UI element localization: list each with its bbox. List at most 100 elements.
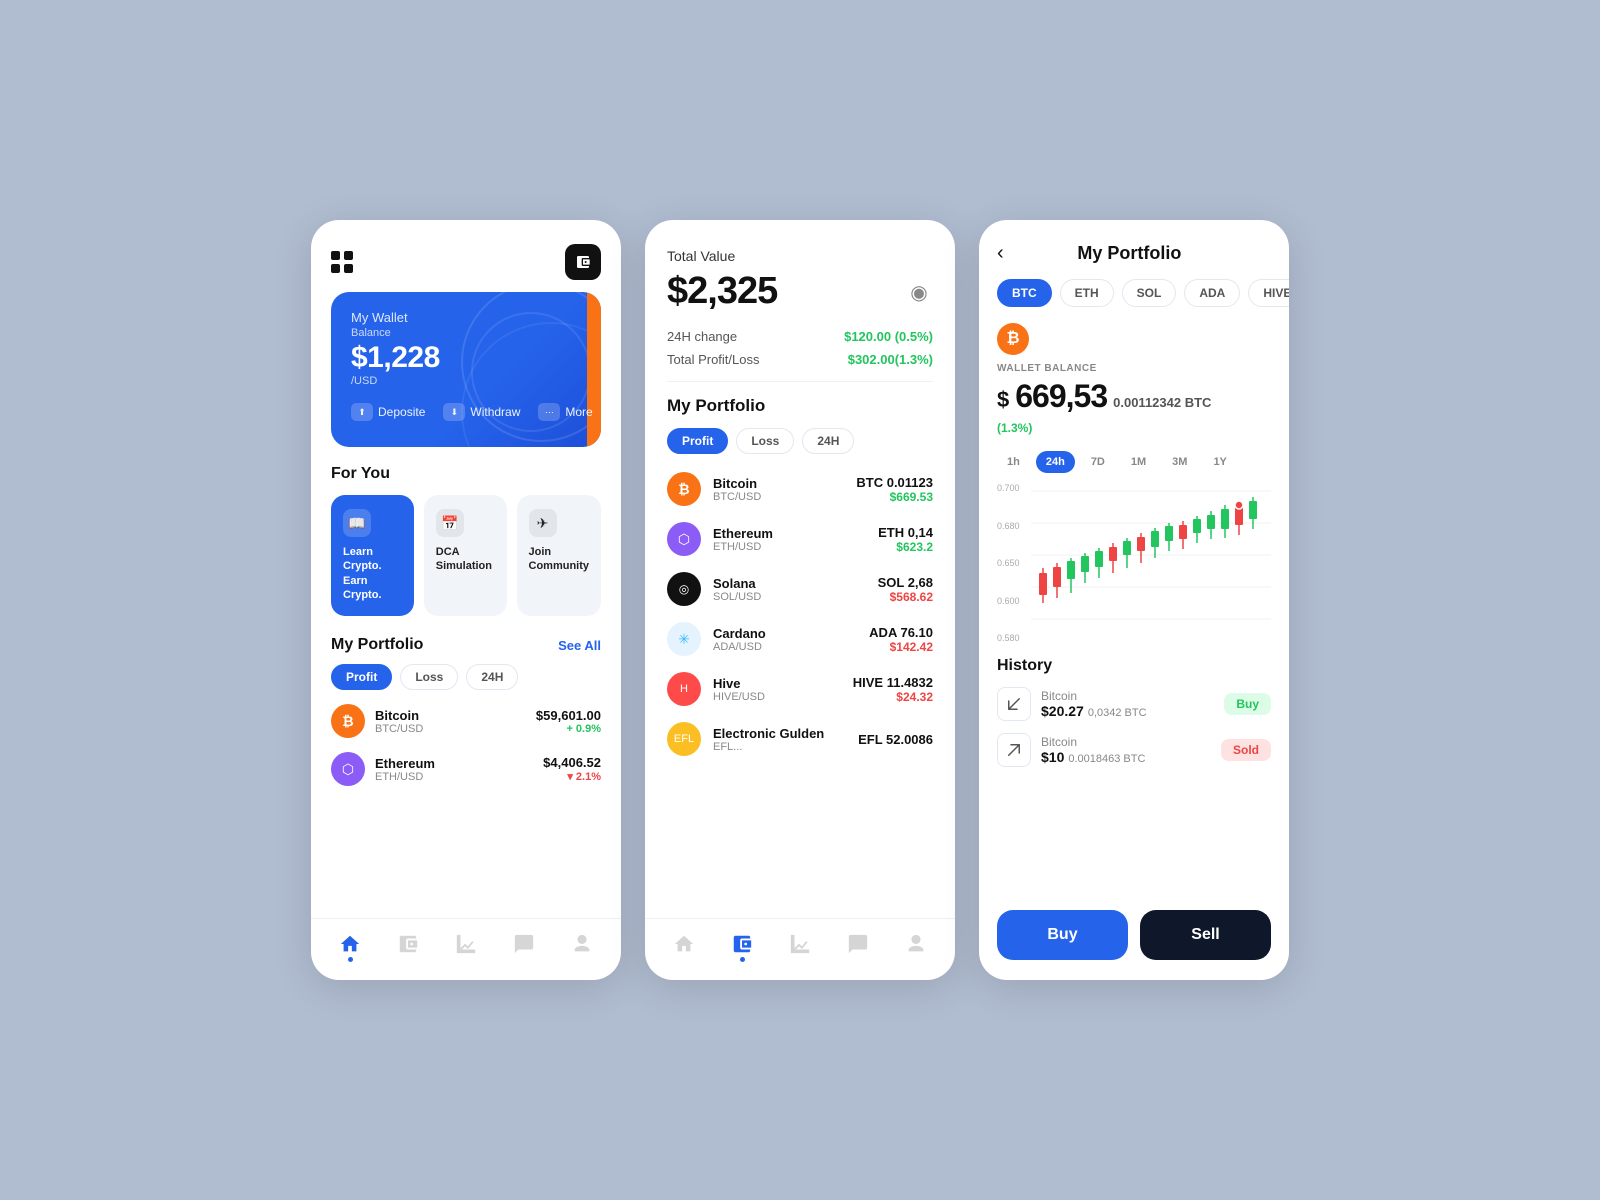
bitcoin-item[interactable]: ₿ Bitcoin BTC/USD $59,601.00 + 0.9% (331, 704, 601, 738)
time-24h[interactable]: 24h (1036, 451, 1075, 473)
s2-ethereum[interactable]: ⬡ Ethereum ETH/USD ETH 0,14 $623.2 (667, 522, 933, 556)
s2-hive-value: $24.32 (853, 690, 933, 704)
s2-nav-profile[interactable] (905, 933, 927, 962)
time-1m[interactable]: 1M (1121, 451, 1156, 473)
total-value-label: Total Value (667, 248, 933, 264)
nav-chart[interactable] (455, 933, 477, 962)
s2-bitcoin-name: Bitcoin (713, 476, 844, 491)
bitcoin-right: $59,601.00 + 0.9% (536, 708, 601, 735)
chart-y-labels: 0.700 0.680 0.650 0.600 0.580 (997, 483, 1020, 643)
loss-filter[interactable]: Loss (400, 664, 458, 690)
s2-solana-info: Solana SOL/USD (713, 576, 866, 603)
see-all-button[interactable]: See All (558, 638, 601, 653)
total-value-amount: $2,325 (667, 270, 777, 313)
s2-ethereum-value: $623.2 (878, 540, 933, 554)
history-item-1[interactable]: Bitcoin $10 0.0018463 BTC Sold (997, 733, 1271, 767)
hive-tab[interactable]: HIVE (1248, 279, 1289, 307)
bitcoin-price: $59,601.00 (536, 708, 601, 723)
24h-filter[interactable]: 24H (466, 664, 518, 690)
time-tabs: 1h 24h 7D 1M 3M 1Y (979, 451, 1289, 483)
join-community-card[interactable]: ✈ Join Community (517, 495, 602, 616)
back-button[interactable]: ‹ (997, 242, 1004, 265)
s2-hive-right: HIVE 11.4832 $24.32 (853, 675, 933, 704)
s2-solana-value: $568.62 (878, 590, 933, 604)
time-7d[interactable]: 7D (1081, 451, 1115, 473)
coin-tabs: BTC ETH SOL ADA HIVE E (979, 279, 1289, 323)
s2-bitcoin-value: $669.53 (856, 490, 933, 504)
s3-btc-amount: 0.00112342 BTC (1113, 395, 1211, 410)
sell-button[interactable]: Sell (1140, 910, 1271, 960)
s3-header: ‹ My Portfolio (979, 220, 1289, 279)
ethereum-name: Ethereum (375, 756, 533, 771)
dca-simulation-card[interactable]: 📅 DCA Simulation (424, 495, 507, 616)
s2-ethereum-amount: ETH 0,14 (878, 525, 933, 540)
s2-nav-wallet[interactable] (731, 933, 753, 962)
ada-tab[interactable]: ADA (1184, 279, 1240, 307)
screen-2: Total Value $2,325 ◉ 24H change $120.00 … (645, 220, 955, 980)
wallet-actions: ⬆ Deposite ⬇ Withdraw ⋯ More (351, 403, 581, 421)
nav-messages[interactable] (513, 933, 535, 962)
s2-nav-messages[interactable] (847, 933, 869, 962)
dca-icon: 📅 (436, 509, 464, 537)
screen-1: My Wallet Balance $1,228 /USD ⬆ Deposite… (311, 220, 621, 980)
s2-bitcoin-amount: BTC 0.01123 (856, 475, 933, 490)
change-label: 24H change (667, 329, 737, 344)
portfolio-title: My Portfolio (331, 636, 423, 654)
wallet-card: My Wallet Balance $1,228 /USD ⬆ Deposite… (331, 292, 601, 447)
s2-efl[interactable]: EFL Electronic Gulden EFL... EFL 52.0086 (667, 722, 933, 756)
s2-profit-filter[interactable]: Profit (667, 428, 728, 454)
bitcoin-change: + 0.9% (536, 723, 601, 735)
withdraw-action[interactable]: ⬇ Withdraw (443, 403, 520, 421)
ethereum-item[interactable]: ⬡ Ethereum ETH/USD $4,406.52 ▾ 2.1% (331, 752, 601, 786)
s2-bitcoin[interactable]: ₿ Bitcoin BTC/USD BTC 0.01123 $669.53 (667, 472, 933, 506)
history-info-0: Bitcoin $20.27 0,0342 BTC (1041, 689, 1214, 719)
s2-crypto-list: ₿ Bitcoin BTC/USD BTC 0.01123 $669.53 ⬡ … (667, 472, 933, 756)
s2-solana-amount: SOL 2,68 (878, 575, 933, 590)
s2-bitcoin-right: BTC 0.01123 $669.53 (856, 475, 933, 504)
s2-nav-home[interactable] (673, 933, 695, 962)
s2-loss-filter[interactable]: Loss (736, 428, 794, 454)
deposit-action[interactable]: ⬆ Deposite (351, 403, 425, 421)
eye-button[interactable]: ◉ (905, 278, 933, 306)
time-1y[interactable]: 1Y (1203, 451, 1236, 473)
profit-filter[interactable]: Profit (331, 664, 392, 690)
profit-label: Total Profit/Loss (667, 352, 760, 367)
grid-icon[interactable] (331, 251, 353, 273)
s2-cardano-right: ADA 76.10 $142.42 (869, 625, 933, 654)
more-action[interactable]: ⋯ More (538, 403, 592, 421)
screen-3: ‹ My Portfolio BTC ETH SOL ADA HIVE E ₿ … (979, 220, 1289, 980)
s2-cardano-logo: ✳ (667, 622, 701, 656)
eth-tab[interactable]: ETH (1060, 279, 1114, 307)
nav-profile[interactable] (571, 933, 593, 962)
for-you-title: For You (311, 465, 621, 483)
nav-home[interactable] (339, 933, 361, 962)
nav-wallet[interactable] (397, 933, 419, 962)
wallet-icon-button[interactable] (565, 244, 601, 280)
s2-solana-pair: SOL/USD (713, 591, 866, 603)
ethereum-pair: ETH/USD (375, 771, 533, 783)
learn-crypto-card[interactable]: 📖 Learn Crypto. Earn Crypto. (331, 495, 414, 616)
s2-solana-logo: ◎ (667, 572, 701, 606)
ethereum-right: $4,406.52 ▾ 2.1% (543, 755, 601, 783)
bitcoin-name: Bitcoin (375, 708, 526, 723)
time-1h[interactable]: 1h (997, 451, 1030, 473)
s2-efl-right: EFL 52.0086 (858, 732, 933, 747)
history-item-0[interactable]: Bitcoin $20.27 0,0342 BTC Buy (997, 687, 1271, 721)
s2-24h-filter[interactable]: 24H (802, 428, 854, 454)
btc-tab[interactable]: BTC (997, 279, 1052, 307)
sol-tab[interactable]: SOL (1122, 279, 1177, 307)
history-btc-0: 0,0342 BTC (1088, 707, 1147, 719)
s2-hive[interactable]: H Hive HIVE/USD HIVE 11.4832 $24.32 (667, 672, 933, 706)
ethereum-change: ▾ 2.1% (543, 770, 601, 783)
s2-hive-amount: HIVE 11.4832 (853, 675, 933, 690)
s3-balance-amount: 669,53 (1015, 378, 1107, 415)
s2-cardano-name: Cardano (713, 626, 857, 641)
s2-nav-chart[interactable] (789, 933, 811, 962)
buy-badge: Buy (1224, 693, 1271, 715)
time-3m[interactable]: 3M (1162, 451, 1197, 473)
s2-solana[interactable]: ◎ Solana SOL/USD SOL 2,68 $568.62 (667, 572, 933, 606)
s2-efl-logo: EFL (667, 722, 701, 756)
s2-cardano[interactable]: ✳ Cardano ADA/USD ADA 76.10 $142.42 (667, 622, 933, 656)
buy-button[interactable]: Buy (997, 910, 1128, 960)
wallet-title: My Wallet (351, 310, 581, 325)
